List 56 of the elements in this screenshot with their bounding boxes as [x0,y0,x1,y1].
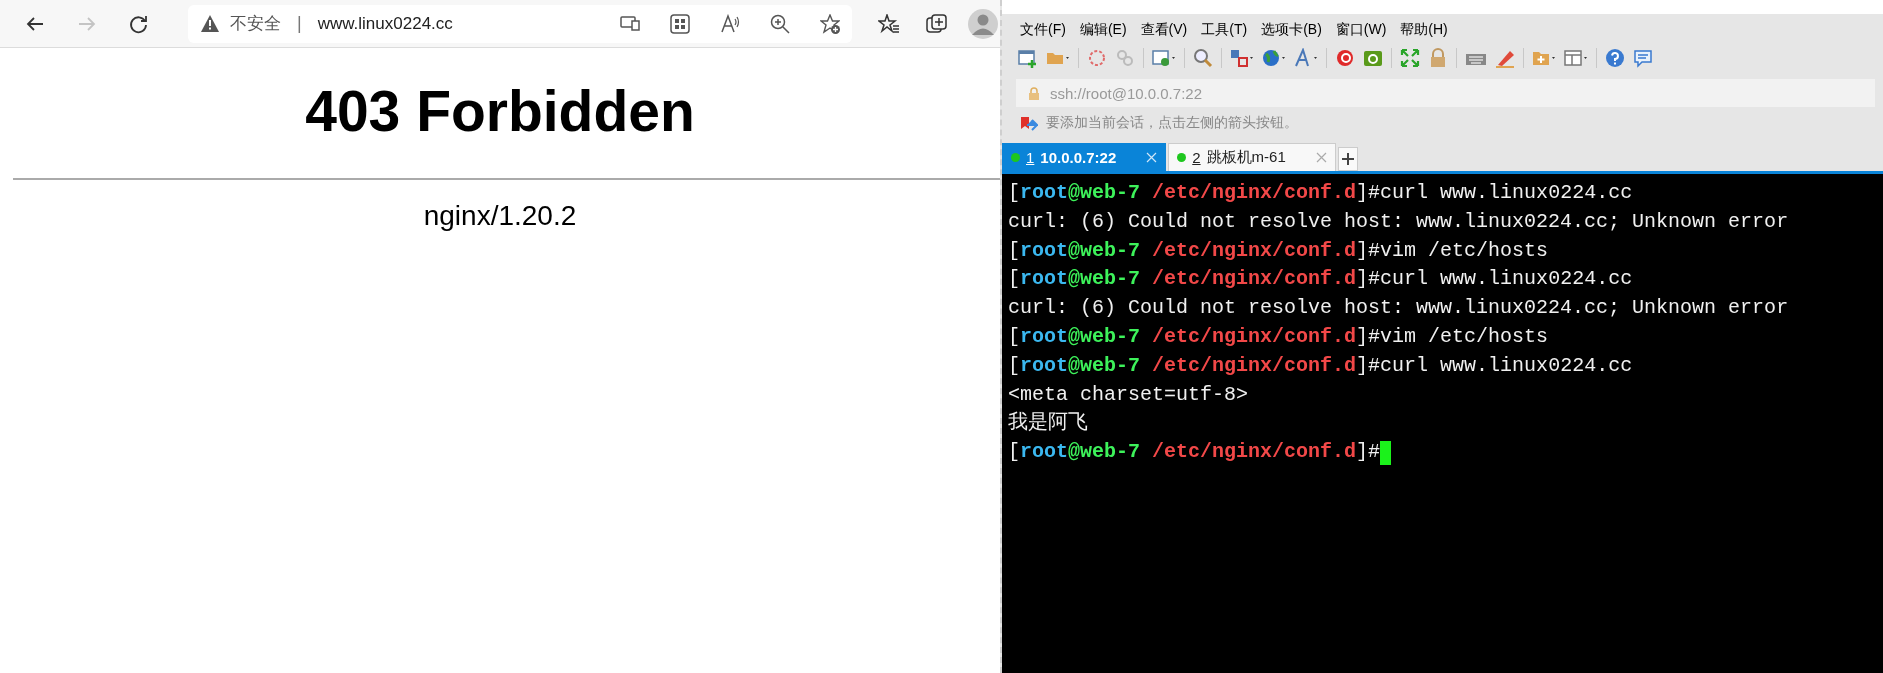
session-tab[interactable]: 2 跳板机m-61 [1168,143,1336,171]
terminal-line: [root@web-7 /etc/nginx/conf.d]#curl www.linux0224.cc [1008,266,1633,293]
devices-icon[interactable] [620,13,640,34]
terminal-line: <meta charset=utf-8> [1008,381,1249,408]
menu-item[interactable]: 编辑(E) [1079,18,1127,41]
terminal-line: [root@web-7 /etc/nginx/conf.d]#curl www.linux0224.cc [1008,352,1633,379]
page-heading: 403 Forbidden [305,78,695,145]
url-text: www.linux0224.cc [317,13,454,34]
add-favorite-icon[interactable] [820,13,840,34]
terminal[interactable] [1002,174,1883,673]
security-label: 不安全 [230,13,281,35]
help-icon[interactable] [1605,48,1625,68]
lock-icon [1028,86,1040,100]
close-icon[interactable] [1315,152,1327,163]
zoom-icon[interactable] [770,13,790,34]
menu-item[interactable]: 工具(T) [1201,18,1248,41]
menu-item[interactable]: 查看(V) [1140,18,1188,41]
hint-text: 要添加当前会话，点击左侧的箭头按钮。 [1046,114,1298,132]
fullscreen-icon[interactable] [1400,48,1420,68]
chat-icon[interactable] [1633,48,1653,68]
terminal-line: curl: (6) Could not resolve host: www.linux0224.cc; Unknown error [1008,295,1789,322]
search-icon[interactable] [1193,48,1213,68]
new-session-icon[interactable] [1018,48,1038,68]
lock-icon[interactable] [1428,48,1448,68]
collections-icon[interactable] [926,13,948,34]
terminal-line: [root@web-7 /etc/nginx/conf.d]#vim /etc/hosts [1008,324,1549,350]
font-icon[interactable] [1294,48,1318,68]
warning-icon [200,14,220,33]
terminal-line: [root@web-7 /etc/nginx/conf.d]#curl www.linux0224.cc [1008,180,1633,206]
session-tab[interactable]: 1 10.0.0.7:22 [1002,143,1167,171]
new-tab-button[interactable] [1337,147,1358,171]
properties-icon[interactable] [1152,48,1176,68]
separator: | [297,13,302,34]
server-text: nginx/1.20.2 [423,200,577,233]
terminal-line: [root@web-7 /etc/nginx/conf.d]#vim /etc/hosts [1008,237,1549,264]
menu-item[interactable]: 选项卡(B) [1261,18,1322,41]
connect-icon[interactable] [1087,48,1107,68]
transfer-icon[interactable] [1230,48,1254,68]
address-text: ssh://root@10.0.0.7:22 [1050,84,1202,102]
menu-item[interactable]: 帮助(H) [1400,18,1448,41]
highlighter-icon[interactable] [1495,48,1515,68]
address-bar[interactable]: 不安全 | www.linux0224.cc [188,4,852,43]
avatar-icon[interactable] [968,8,998,39]
arrow-icon[interactable] [1020,115,1038,131]
read-aloud-icon[interactable] [720,13,740,34]
terminal-line: 我是阿飞 [1008,410,1088,437]
menu-item[interactable]: 窗口(W) [1335,18,1387,41]
terminal-line: [root@web-7 /etc/nginx/conf.d]# [1008,439,1381,466]
terminal-line: curl: (6) Could not resolve host: www.linux0224.cc; Unknown error [1008,208,1789,235]
globe-icon[interactable] [1262,48,1286,68]
plus-icon [1341,153,1354,165]
layout-icon[interactable] [1564,48,1588,68]
menu-item[interactable]: 文件(F) [1020,18,1066,41]
app-icon[interactable] [1363,48,1383,68]
favorites-icon[interactable] [878,13,900,34]
apps-icon[interactable] [670,13,690,34]
